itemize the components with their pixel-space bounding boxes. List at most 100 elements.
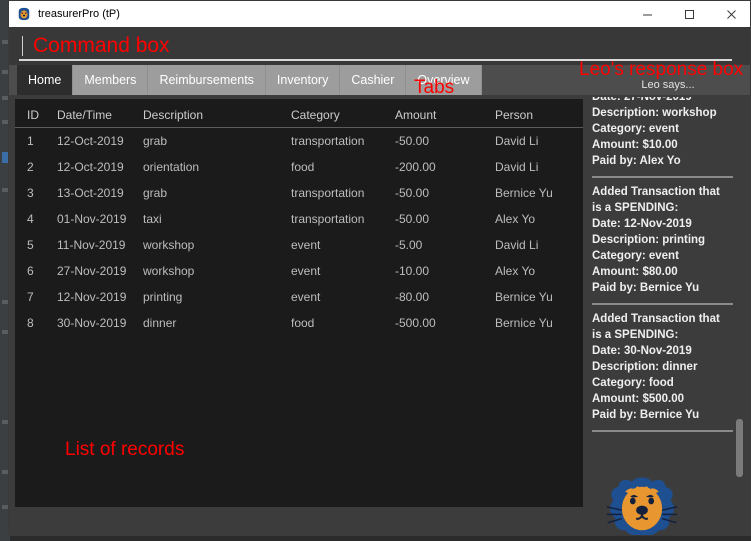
cell-person: Bernice Yu: [495, 290, 553, 304]
table-row[interactable]: 3 13-Oct-2019 grab transportation -50.00…: [15, 180, 583, 206]
cell-person: Bernice Yu: [495, 186, 553, 200]
cell-amount: -50.00: [395, 134, 430, 148]
column-header-category[interactable]: Category: [291, 99, 395, 128]
cell-date: 01-Nov-2019: [57, 212, 127, 226]
cell-category: event: [291, 238, 321, 252]
leo-entry: Added Transaction that is a SPENDING: Da…: [592, 97, 734, 178]
table-row[interactable]: 5 11-Nov-2019 workshop event -5.00 David…: [15, 232, 583, 258]
leo-entry-line: is a SPENDING:: [592, 202, 679, 214]
leo-says-label: Leo says...: [641, 79, 695, 91]
leo-entry-line: Category: event: [592, 123, 679, 135]
cell-description: printing: [143, 290, 183, 304]
cell-id: 5: [27, 238, 34, 252]
leo-entry-line: Amount: $500.00: [592, 393, 685, 405]
leo-entry-line: Category: food: [592, 377, 674, 389]
title-bar: treasurerPro (tP): [9, 1, 750, 27]
command-input[interactable]: Command box: [19, 33, 732, 61]
table-row[interactable]: 8 30-Nov-2019 dinner food -500.00 Bernic…: [15, 310, 583, 336]
cell-description: workshop: [143, 264, 195, 278]
cell-description: taxi: [143, 212, 162, 226]
leo-entry-line: Paid by: Bernice Yu: [592, 409, 700, 421]
cell-person: David Li: [495, 134, 539, 148]
cell-date: 12-Oct-2019: [57, 160, 124, 174]
leo-entry: Added Transaction that is a SPENDING: Da…: [592, 178, 734, 305]
cell-date: 30-Nov-2019: [57, 316, 127, 330]
table-row[interactable]: 1 12-Oct-2019 grab transportation -50.00…: [15, 128, 583, 155]
main-content: ID Date/Time Description Category Amount…: [9, 59, 750, 535]
cell-id: 7: [27, 290, 34, 304]
tab-reimbursements[interactable]: Reimbursements: [148, 65, 266, 95]
leo-entry-line: Date: 12-Nov-2019: [592, 218, 692, 230]
cell-category: event: [291, 264, 321, 278]
tab-members[interactable]: Members: [73, 65, 149, 95]
annotation-command-box: Command box: [33, 34, 170, 57]
window-controls: [626, 1, 750, 27]
cell-amount: -5.00: [395, 238, 423, 252]
leo-vertical-scrollbar[interactable]: [733, 97, 745, 469]
cell-date: 12-Nov-2019: [57, 290, 127, 304]
tab-home[interactable]: Home: [17, 65, 74, 95]
leo-entry-line: Description: dinner: [592, 361, 698, 373]
cell-person: David Li: [495, 160, 539, 174]
leo-response-scroll-area[interactable]: Added Transaction that is a SPENDING: Da…: [592, 97, 747, 469]
table-row[interactable]: 6 27-Nov-2019 workshop event -10.00 Alex…: [15, 258, 583, 284]
leo-entry-line: Description: workshop: [592, 107, 717, 119]
cell-amount: -500.00: [395, 316, 436, 330]
cell-category: event: [291, 290, 321, 304]
cell-description: workshop: [143, 238, 195, 252]
table-row[interactable]: 2 12-Oct-2019 orientation food -200.00 D…: [15, 154, 583, 180]
column-header-date-time[interactable]: Date/Time: [57, 99, 143, 128]
records-table-panel[interactable]: ID Date/Time Description Category Amount…: [15, 99, 583, 507]
tab-cashier[interactable]: Cashier: [340, 65, 407, 95]
annotation-leo-response-box: Leo's response box: [579, 59, 744, 80]
cell-amount: -50.00: [395, 212, 430, 226]
close-icon[interactable]: [710, 1, 750, 27]
annotation-list-of-records: List of records: [65, 439, 185, 460]
leo-entry: Added Transaction that is a SPENDING: Da…: [592, 305, 734, 432]
cell-description: grab: [143, 134, 168, 148]
maximize-icon[interactable]: [668, 1, 710, 27]
cell-category: food: [291, 160, 315, 174]
cell-category: transportation: [291, 212, 365, 226]
leo-entry-line: Amount: $10.00: [592, 139, 678, 151]
leo-entry-line: Date: 30-Nov-2019: [592, 345, 692, 357]
cell-date: 12-Oct-2019: [57, 134, 124, 148]
tab-strip: Home Members Reimbursements Inventory Ca…: [17, 65, 482, 95]
records-table-header: ID Date/Time Description Category Amount…: [15, 99, 583, 128]
table-row[interactable]: 7 12-Nov-2019 printing event -80.00 Bern…: [15, 284, 583, 310]
lion-app-icon: [17, 7, 31, 21]
cell-amount: -80.00: [395, 290, 430, 304]
cell-id: 6: [27, 264, 34, 278]
leo-entry-line: Description: printing: [592, 234, 706, 246]
cell-person: Alex Yo: [495, 264, 536, 278]
minimize-icon[interactable]: [626, 1, 668, 27]
leo-entry-line: Amount: $80.00: [592, 266, 678, 278]
cell-id: 3: [27, 186, 34, 200]
cell-person: Bernice Yu: [495, 316, 553, 330]
leo-entry-line: Paid by: Bernice Yu: [592, 282, 700, 294]
text-caret: [22, 36, 23, 56]
application-window: treasurerPro (tP) Command box Home Membe…: [8, 0, 751, 536]
cell-id: 1: [27, 134, 34, 148]
leo-vertical-scrollbar-thumb[interactable]: [736, 419, 743, 477]
lion-mascot-icon: [597, 475, 687, 535]
cell-amount: -10.00: [395, 264, 430, 278]
leo-entry-line: is a SPENDING:: [592, 329, 679, 341]
column-header-person[interactable]: Person: [495, 99, 583, 128]
table-header-row: ID Date/Time Description Category Amount…: [15, 99, 583, 128]
leo-entry-line: Added Transaction that: [592, 186, 720, 198]
column-header-amount[interactable]: Amount: [395, 99, 495, 128]
cell-id: 8: [27, 316, 34, 330]
table-row[interactable]: 4 01-Nov-2019 taxi transportation -50.00…: [15, 206, 583, 232]
leo-entry-line: Paid by: Alex Yo: [592, 155, 681, 167]
cell-id: 4: [27, 212, 34, 226]
cell-date: 11-Nov-2019: [57, 238, 126, 252]
cell-amount: -200.00: [395, 160, 436, 174]
column-header-id[interactable]: ID: [15, 99, 57, 128]
cell-description: grab: [143, 186, 168, 200]
cell-category: food: [291, 316, 315, 330]
cell-person: David Li: [495, 238, 539, 252]
tab-inventory[interactable]: Inventory: [265, 65, 341, 95]
cell-date: 27-Nov-2019: [57, 264, 127, 278]
column-header-description[interactable]: Description: [143, 99, 291, 128]
